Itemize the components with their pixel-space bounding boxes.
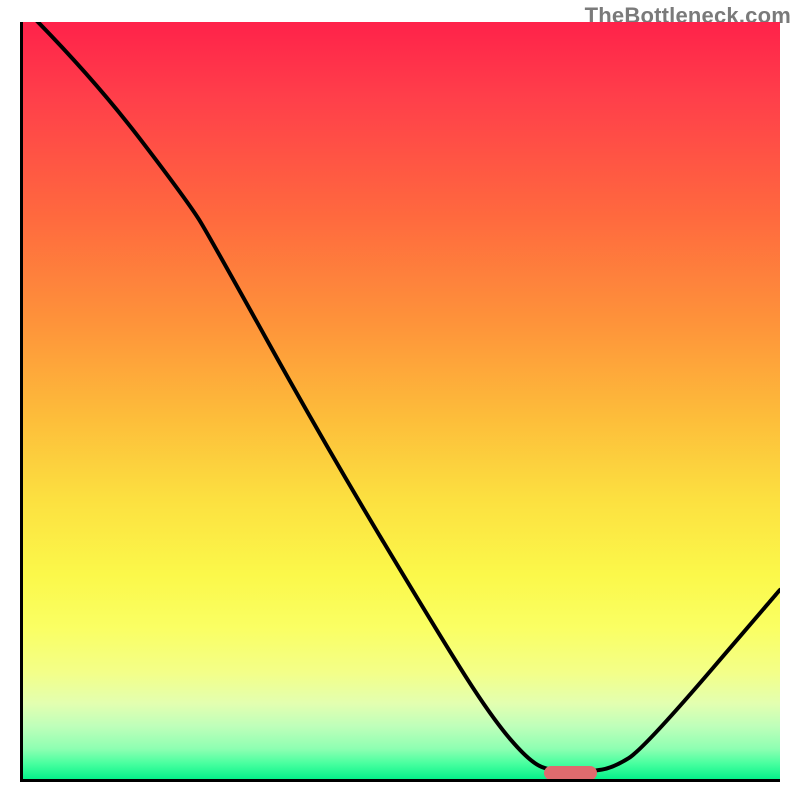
bottleneck-curve [23, 22, 780, 779]
plot-area [20, 22, 780, 782]
curve-path [23, 22, 780, 771]
chart-frame: TheBottleneck.com [0, 0, 800, 800]
optimal-marker-pill [544, 766, 597, 780]
